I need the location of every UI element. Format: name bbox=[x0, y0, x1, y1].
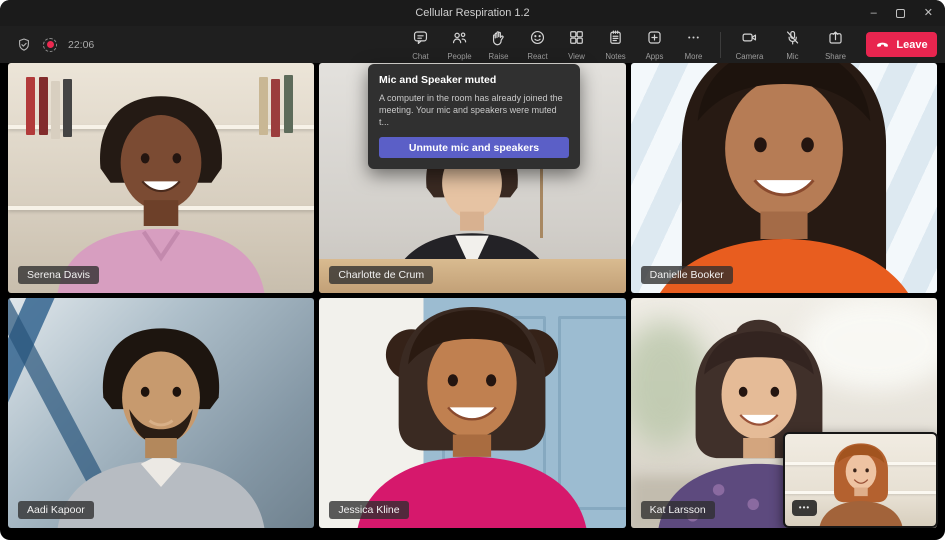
raise-hand-icon bbox=[490, 29, 507, 51]
meeting-status-group: 22:06 bbox=[16, 26, 94, 63]
teams-meeting-window: Cellular Respiration 1.2 – ✕ 22:06 Chat … bbox=[0, 0, 945, 540]
people-icon bbox=[451, 29, 468, 51]
raise-hand-label: Raise bbox=[488, 51, 509, 61]
notification-body-line1: A computer in the room has already joine… bbox=[379, 93, 563, 103]
view-grid-icon bbox=[568, 29, 585, 51]
more-button[interactable]: More bbox=[674, 26, 713, 63]
video-tile-danielle-booker[interactable]: Danielle Booker bbox=[630, 63, 937, 293]
notification-title: Mic and Speaker muted bbox=[379, 74, 497, 86]
share-icon bbox=[827, 29, 844, 51]
react-button[interactable]: React bbox=[518, 26, 557, 63]
video-tile-serena-davis[interactable]: Serena Davis bbox=[8, 63, 315, 293]
video-tile-aadi-kapoor[interactable]: Aadi Kapoor bbox=[8, 298, 315, 528]
leave-label: Leave bbox=[896, 38, 928, 51]
participant-name-label: Kat Larsson bbox=[640, 501, 715, 519]
minimize-button[interactable]: – bbox=[871, 7, 877, 19]
video-tile-jessica-kline[interactable]: Jessica Kline bbox=[319, 298, 626, 528]
toolbar-divider bbox=[720, 31, 721, 58]
hang-up-icon bbox=[877, 42, 889, 47]
person-illustration bbox=[659, 63, 908, 293]
self-person-illustration bbox=[819, 443, 902, 526]
share-button[interactable]: Share bbox=[814, 26, 857, 63]
notes-button[interactable]: Notes bbox=[596, 26, 635, 63]
mic-muted-icon bbox=[784, 29, 801, 51]
more-ellipsis-icon bbox=[685, 29, 702, 51]
self-view-more-button[interactable]: ••• bbox=[792, 500, 817, 516]
apps-label: Apps bbox=[645, 51, 664, 61]
react-label: React bbox=[527, 51, 548, 61]
person-illustration bbox=[57, 328, 265, 528]
mic-label: Mic bbox=[786, 51, 799, 61]
raise-hand-button[interactable]: Raise bbox=[479, 26, 518, 63]
title-bar: Cellular Respiration 1.2 – ✕ bbox=[0, 0, 945, 26]
notes-label: Notes bbox=[605, 51, 626, 61]
chat-button[interactable]: Chat bbox=[401, 26, 440, 63]
close-button[interactable]: ✕ bbox=[924, 7, 933, 19]
recording-indicator-icon bbox=[43, 37, 57, 52]
person-illustration bbox=[57, 96, 265, 293]
toolbar-buttons: Chat People Raise React View Notes Apps … bbox=[401, 26, 937, 63]
meeting-timer: 22:06 bbox=[68, 38, 95, 51]
view-button[interactable]: View bbox=[557, 26, 596, 63]
participant-name-label: Aadi Kapoor bbox=[18, 501, 94, 519]
leave-button[interactable]: Leave bbox=[866, 32, 937, 57]
share-label: Share bbox=[825, 51, 846, 61]
participant-name-label: Charlotte de Crum bbox=[329, 266, 434, 284]
chat-label: Chat bbox=[412, 51, 429, 61]
apps-button[interactable]: Apps bbox=[635, 26, 674, 63]
maximize-button[interactable] bbox=[895, 8, 905, 18]
window-controls: – ✕ bbox=[871, 0, 933, 26]
mute-notification: Mic and Speaker muted A computer in the … bbox=[368, 64, 580, 170]
react-smiley-icon bbox=[529, 29, 546, 51]
people-label: People bbox=[447, 51, 472, 61]
participant-name-label: Danielle Booker bbox=[640, 266, 733, 284]
shield-check-icon[interactable] bbox=[16, 37, 32, 53]
people-button[interactable]: People bbox=[440, 26, 479, 63]
unmute-button[interactable]: Unmute mic and speakers bbox=[379, 137, 569, 159]
person-illustration bbox=[358, 306, 587, 528]
self-view-pip[interactable]: ••• bbox=[783, 432, 938, 528]
camera-label: Camera bbox=[735, 51, 764, 61]
camera-icon bbox=[741, 29, 758, 51]
participant-name-label: Serena Davis bbox=[18, 266, 100, 284]
camera-button[interactable]: Camera bbox=[728, 26, 771, 63]
mic-muted-button[interactable]: Mic bbox=[771, 26, 814, 63]
view-label: View bbox=[568, 51, 585, 61]
notification-body-line2: meeting. Your mic and speakers were mute… bbox=[379, 105, 557, 128]
apps-plus-icon bbox=[646, 29, 663, 51]
participant-name-label: Jessica Kline bbox=[329, 501, 409, 519]
notes-icon bbox=[607, 29, 624, 51]
chat-icon bbox=[412, 29, 429, 51]
meeting-toolbar: 22:06 Chat People Raise React View Notes… bbox=[0, 26, 945, 63]
window-title: Cellular Respiration 1.2 bbox=[415, 7, 530, 19]
more-label: More bbox=[684, 51, 703, 61]
